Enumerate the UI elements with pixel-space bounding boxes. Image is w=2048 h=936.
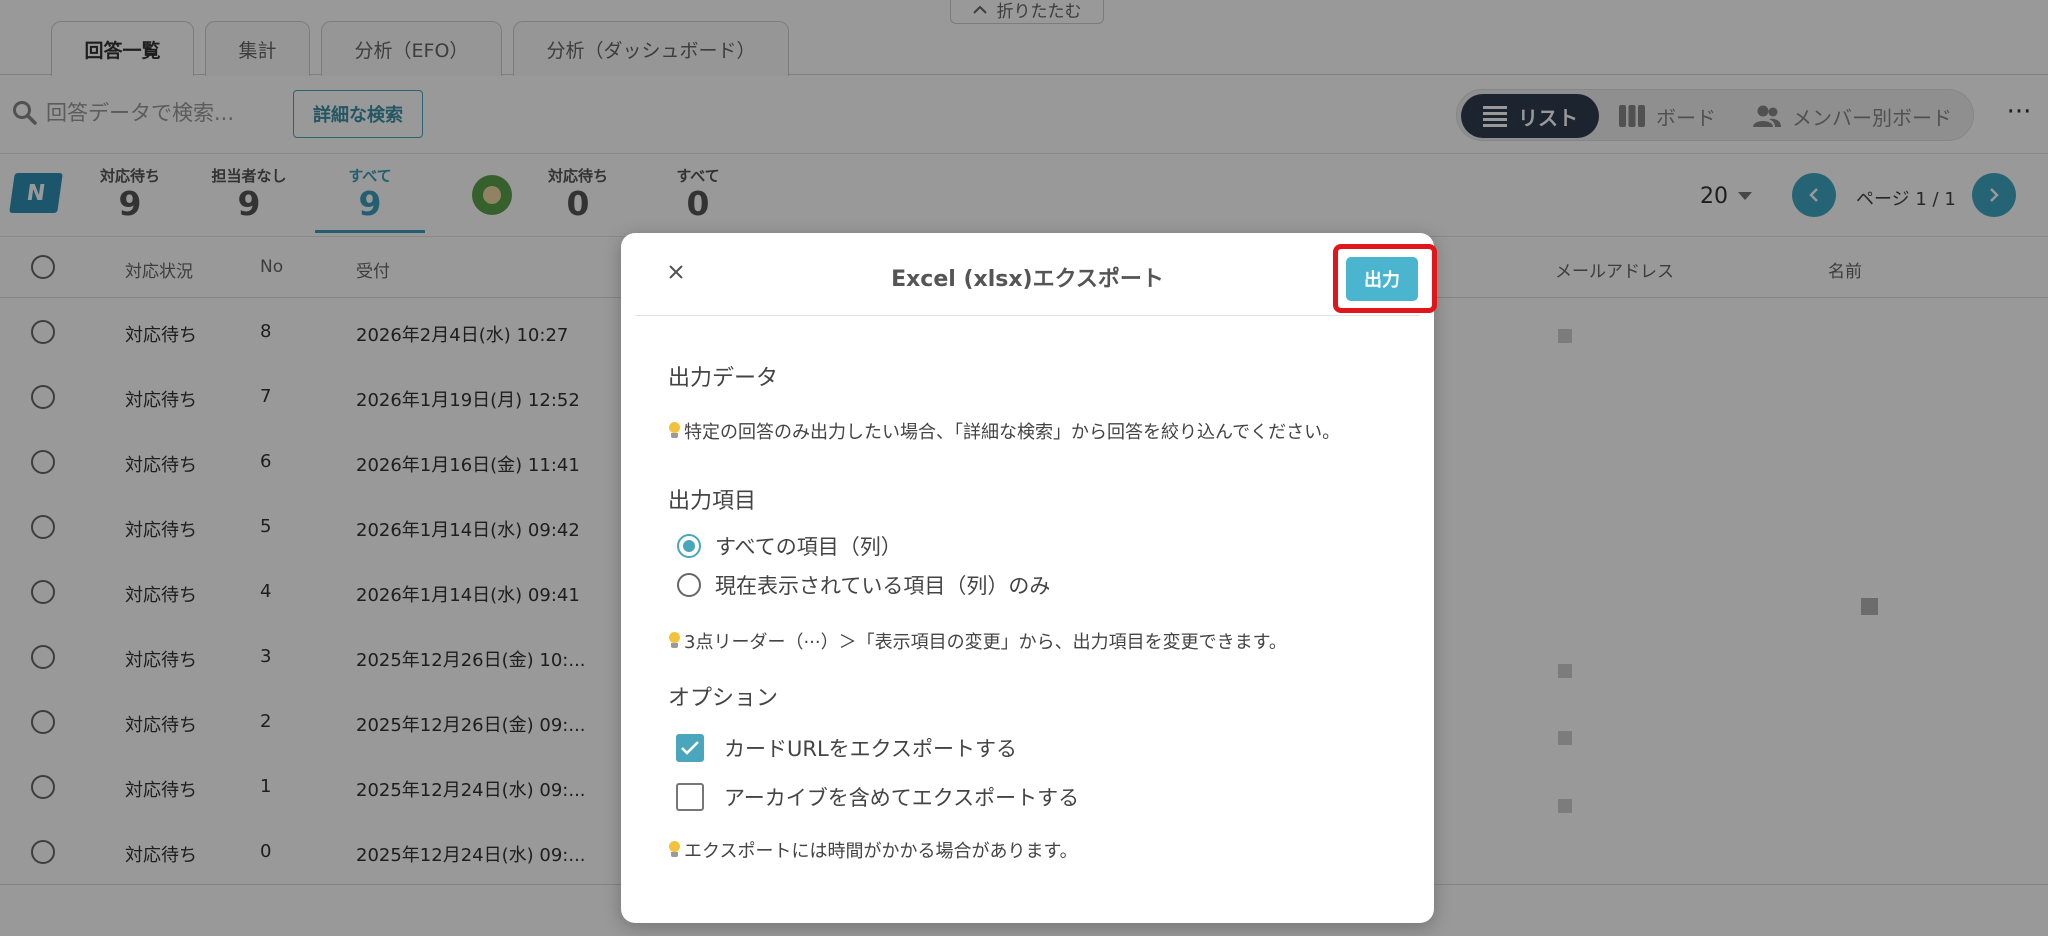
option-include-archive[interactable]: アーカイブを含めてエクスポートする [676, 782, 1079, 812]
time-hint: エクスポートには時間がかかる場合があります。 [668, 837, 1078, 863]
output-data-title: 出力データ [668, 366, 779, 391]
modal-header: Excel (xlsx)エクスポート 出力 [635, 233, 1437, 316]
lightbulb-icon [668, 422, 680, 440]
lightbulb-icon [668, 841, 680, 859]
close-icon[interactable] [665, 261, 687, 283]
checkbox[interactable] [676, 734, 704, 762]
hint-text: 特定の回答のみ出力したい場合、「詳細な検索」から回答を絞り込んでください。 [684, 422, 1341, 443]
radio-label: 現在表示されている項目（列）のみ [715, 574, 1051, 598]
export-button[interactable]: 出力 [1346, 257, 1418, 301]
option-card-url[interactable]: カードURLをエクスポートする [676, 733, 1017, 763]
items-hint: 3点リーダー（···）＞「表示項目の変更」から、出力項目を変更できます。 [668, 628, 1287, 654]
output-data-hint: 特定の回答のみ出力したい場合、「詳細な検索」から回答を絞り込んでください。 [668, 418, 1340, 444]
radio-all-columns[interactable]: すべての項目（列） [677, 531, 902, 561]
checkbox[interactable] [676, 783, 704, 811]
modal-title: Excel (xlsx)エクスポート [891, 267, 1164, 292]
radio-button[interactable] [677, 573, 701, 597]
hint-text: 3点リーダー（···）＞「表示項目の変更」から、出力項目を変更できます。 [684, 632, 1287, 653]
radio-visible-columns[interactable]: 現在表示されている項目（列）のみ [677, 570, 1050, 600]
export-button-highlight: 出力 [1333, 244, 1437, 313]
radio-button[interactable] [677, 534, 701, 558]
options-title: オプション [668, 686, 779, 711]
export-modal: Excel (xlsx)エクスポート 出力 出力データ 特定の回答のみ出力したい… [621, 233, 1437, 923]
checkbox-label: カードURLをエクスポートする [724, 737, 1018, 761]
checkmark-icon [681, 741, 699, 755]
output-items-title: 出力項目 [668, 489, 757, 514]
checkbox-label: アーカイブを含めてエクスポートする [724, 786, 1080, 810]
radio-label: すべての項目（列） [715, 535, 902, 559]
lightbulb-icon [668, 632, 680, 650]
hint-text: エクスポートには時間がかかる場合があります。 [684, 841, 1078, 862]
